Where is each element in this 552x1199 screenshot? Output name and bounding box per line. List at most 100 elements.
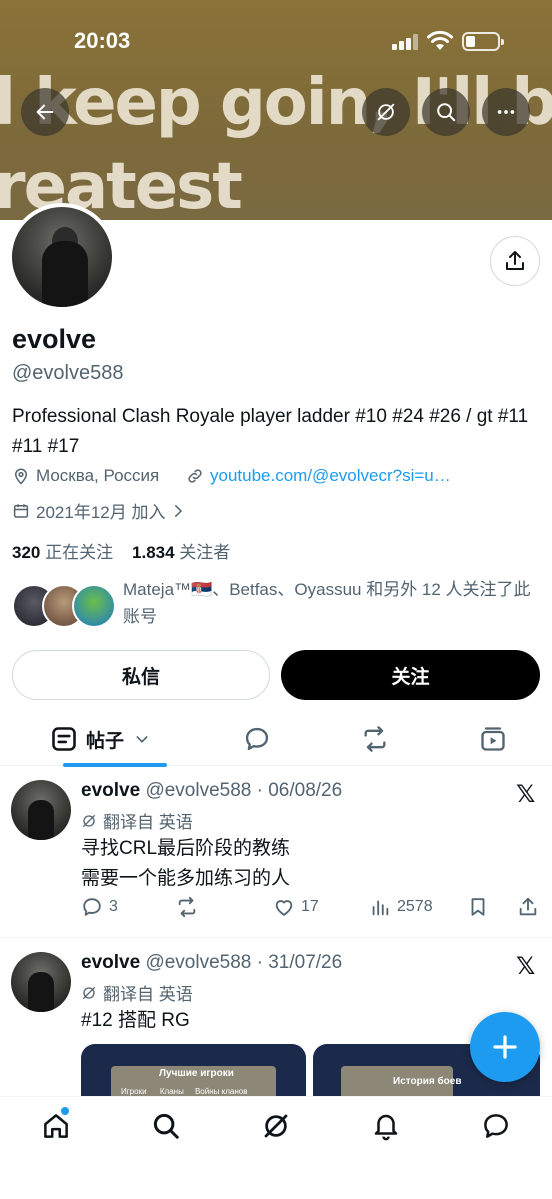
media-tab: Игроки: [121, 1087, 147, 1096]
post-body: 寻找CRL最后阶段的教练 需要一个能多加练习的人: [81, 838, 291, 889]
profile-avatar[interactable]: [8, 203, 116, 311]
profile-link[interactable]: youtube.com/@evolvecr?si=u…: [186, 466, 451, 486]
post-avatar[interactable]: [11, 952, 71, 1012]
x-logo-icon: 𝕏: [516, 953, 536, 980]
bell-icon: [374, 1114, 398, 1141]
profile-name: evolve: [12, 324, 97, 354]
bookmark-button[interactable]: [467, 896, 495, 918]
media-tab: Войны кланов: [194, 1087, 248, 1096]
translated-label[interactable]: 翻译自 英语: [81, 980, 193, 1005]
views-count: 2578: [397, 898, 433, 915]
status-bar: 20:03: [0, 0, 552, 80]
tab-replies[interactable]: [230, 712, 284, 766]
grok-icon: [377, 103, 395, 121]
like-button[interactable]: 17: [273, 896, 319, 918]
followers-count: 1.834: [132, 543, 175, 562]
tab-reposts[interactable]: [348, 712, 402, 766]
post-meta: @evolve588 · 31/07/26: [145, 952, 343, 973]
like-count: 17: [301, 898, 319, 915]
post-media-image[interactable]: Лучшие игроки Игроки Кланы Войны кланов: [81, 1044, 306, 1104]
x-logo-icon: 𝕏: [516, 781, 536, 808]
post-header: evolve @evolve588 · 31/07/26: [81, 952, 342, 974]
plus-icon: [493, 1035, 517, 1059]
more-icon: [497, 110, 515, 114]
followers-label: 关注者: [179, 543, 231, 562]
link-icon: [188, 469, 202, 483]
joined-text: 2021年12月 加入: [36, 503, 166, 522]
search-button[interactable]: [422, 88, 470, 136]
link-text[interactable]: youtube.com/@evolvecr?si=u…: [210, 466, 451, 486]
heart-icon: [275, 900, 293, 916]
media-tab: Кланы: [159, 1087, 184, 1096]
posts-icon: [52, 727, 76, 751]
following-link[interactable]: 320 正在关注: [12, 543, 113, 562]
following-count: 320: [12, 543, 41, 562]
post-avatar[interactable]: [11, 780, 71, 840]
repost-icon: [364, 726, 386, 752]
grok-icon: [83, 814, 95, 827]
share-icon: [519, 897, 537, 916]
tab-posts-label: 帖子: [85, 729, 124, 752]
post-actions: 3 17 2578: [81, 896, 541, 924]
post[interactable]: evolve @evolve588 · 31/07/26 𝕏 翻译自 英语 #1…: [0, 940, 552, 1104]
profile-tabs: 帖子: [0, 712, 552, 767]
media-title: Лучшие игроки: [159, 1068, 234, 1079]
bookmark-icon: [471, 898, 485, 916]
search-icon: [153, 1113, 179, 1139]
location-text: Москва, Россия: [36, 466, 160, 485]
views-icon: [372, 900, 389, 916]
post-author-name[interactable]: evolve: [81, 952, 140, 973]
message-button[interactable]: 私信: [12, 650, 270, 700]
chevron-right-icon: [175, 504, 183, 517]
back-button[interactable]: [21, 88, 69, 136]
post-meta: @evolve588 · 06/08/26: [145, 780, 343, 801]
location-pin-icon: [14, 468, 28, 485]
more-button[interactable]: [482, 88, 530, 136]
followed-by[interactable]: Mateja™🇷🇸、Betfas、Oyassuu 和另外 12 人关注了此账号: [12, 576, 542, 632]
nav-messages[interactable]: [481, 1111, 511, 1141]
following-label: 正在关注: [45, 543, 114, 562]
post[interactable]: evolve @evolve588 · 06/08/26 𝕏 翻译自 英语 寻找…: [0, 768, 552, 938]
nav-search[interactable]: [151, 1111, 181, 1141]
calendar-icon: [13, 503, 29, 518]
post-body: #12 搭配 RG: [81, 1010, 190, 1031]
video-icon: [481, 727, 505, 751]
grok-button[interactable]: [362, 88, 410, 136]
translated-label[interactable]: 翻译自 英语: [81, 808, 193, 833]
share-post-button[interactable]: [517, 896, 545, 918]
reply-button[interactable]: 3: [81, 896, 118, 918]
reply-icon: [245, 727, 269, 751]
profile-location: Москва, Россия: [12, 466, 159, 486]
chevron-down-icon: [136, 736, 148, 743]
translated-text: 翻译自 英语: [103, 813, 193, 832]
share-icon: [506, 251, 524, 270]
nav-home[interactable]: [41, 1107, 71, 1141]
share-button[interactable]: [490, 236, 540, 286]
wifi-icon: [426, 30, 454, 52]
media-tabs: Игроки Кланы Войны кланов: [121, 1087, 247, 1096]
repost-button[interactable]: [176, 896, 204, 918]
translated-text: 翻译自 英语: [103, 985, 193, 1004]
reply-count: 3: [109, 898, 118, 915]
profile-joined[interactable]: 2021年12月 加入: [12, 498, 187, 523]
active-tab-indicator: [63, 763, 167, 767]
views-button[interactable]: 2578: [369, 896, 433, 918]
profile-bio: Professional Clash Royale player ladder …: [12, 406, 529, 457]
battery-icon: [462, 32, 504, 51]
nav-notifications[interactable]: [371, 1111, 401, 1141]
compose-button[interactable]: [470, 1012, 540, 1082]
grok-icon: [264, 1114, 288, 1138]
followed-by-text: Mateja™🇷🇸、Betfas、Oyassuu 和另外 12 人关注了此账号: [123, 580, 531, 626]
follow-counts: 320 正在关注 1.834 关注者: [12, 538, 230, 563]
nav-grok[interactable]: [261, 1111, 291, 1141]
followers-link[interactable]: 1.834 关注者: [132, 543, 230, 562]
tab-posts[interactable]: 帖子: [30, 712, 170, 767]
post-author-name[interactable]: evolve: [81, 780, 140, 801]
follow-button[interactable]: 关注: [281, 650, 540, 700]
chat-icon: [484, 1114, 508, 1138]
repost-icon: [178, 896, 196, 918]
tab-media[interactable]: [466, 712, 520, 766]
notification-dot: [61, 1107, 69, 1115]
bottom-navigation: [0, 1096, 552, 1199]
search-icon: [437, 103, 456, 122]
